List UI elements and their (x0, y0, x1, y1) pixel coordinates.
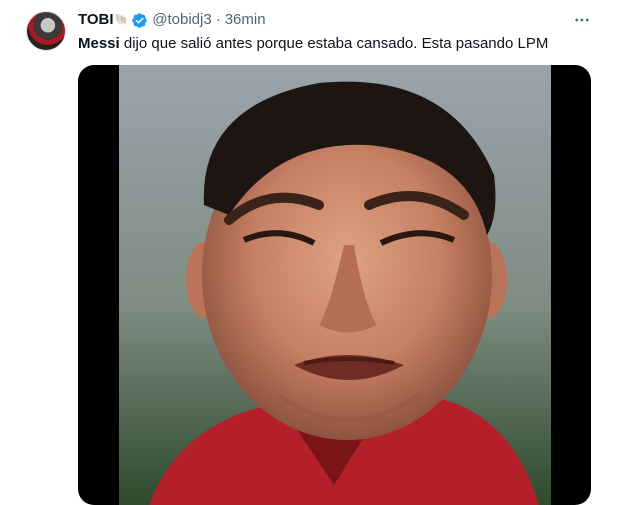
tweet-text: Messi dijo que salió antes porque estaba… (78, 34, 548, 54)
verified-badge-icon (131, 12, 148, 29)
more-options-icon[interactable] (571, 10, 593, 30)
tweet-header: TOBI 🐚 @tobidj3 · 36min (78, 11, 266, 29)
tweet-text-bold: Messi (78, 35, 120, 52)
timestamp[interactable]: 36min (225, 11, 266, 29)
avatar[interactable] (26, 11, 66, 51)
separator-dot: · (215, 11, 221, 28)
tweet-media[interactable] (78, 65, 591, 505)
video-frame[interactable] (119, 65, 551, 505)
video-frame-illustration (119, 65, 551, 505)
name-emoji: 🐚 (114, 14, 129, 26)
author-handle[interactable]: @tobidj3 (152, 11, 211, 29)
tweet-text-rest: dijo que salió antes porque estaba cansa… (119, 35, 549, 52)
display-name[interactable]: TOBI (78, 11, 114, 29)
